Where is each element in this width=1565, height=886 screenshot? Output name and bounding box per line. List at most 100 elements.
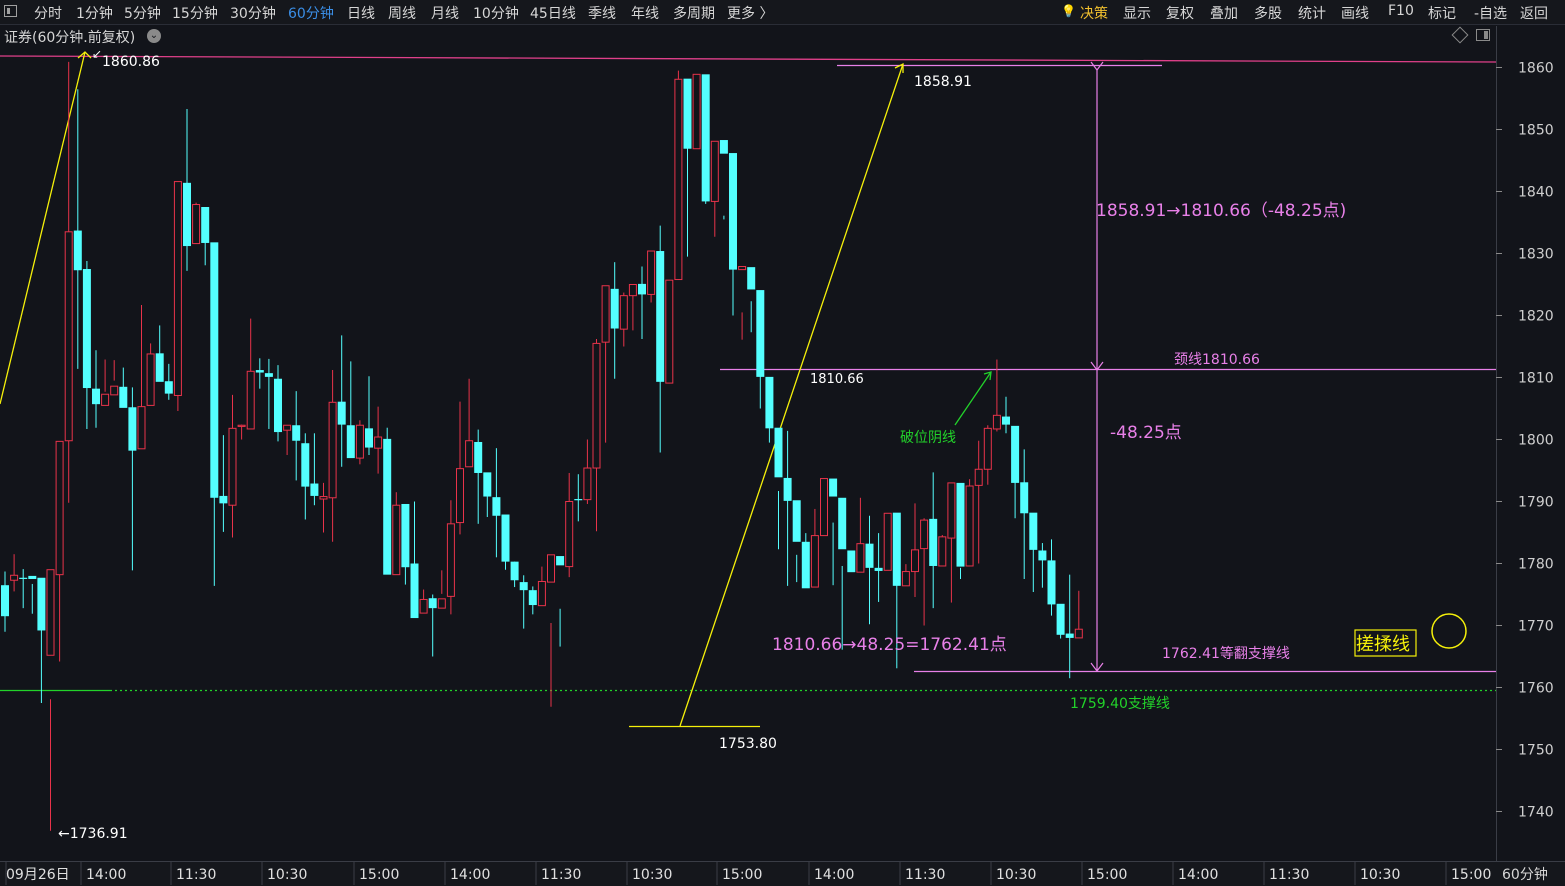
candle-body xyxy=(610,288,619,329)
candle-body xyxy=(938,536,947,567)
candle-body xyxy=(264,373,273,377)
candle-body xyxy=(1020,482,1029,514)
candle-body xyxy=(437,598,446,609)
candle-body xyxy=(355,424,364,459)
candle-body xyxy=(1029,512,1038,550)
candle-body xyxy=(55,440,64,576)
candle-body xyxy=(947,482,956,539)
candle-body xyxy=(847,550,856,573)
x-tick-label: 15:00 xyxy=(359,867,399,883)
candle-body xyxy=(183,182,191,247)
candle-body xyxy=(583,467,592,501)
x-tick-label: 09月26日 xyxy=(6,867,70,883)
candlestick-chart: 1740 1750 1760 1770 1780 1790 1800 1810 1820 1830… xyxy=(0,26,1554,885)
x-tick-label: 14:00 xyxy=(1178,867,1218,883)
candle-body xyxy=(137,406,146,450)
y-tick-label: 1750 xyxy=(1518,743,1554,759)
high-label-left: 1860.86 xyxy=(102,54,160,70)
y-tick-label: 1780 xyxy=(1518,557,1554,573)
candle-body xyxy=(601,285,610,343)
candle-body xyxy=(419,598,428,614)
candle-body xyxy=(337,401,346,425)
candle-body xyxy=(210,242,219,498)
candle-body xyxy=(974,468,983,486)
candle-body xyxy=(301,443,310,487)
x-tick-label: 11:30 xyxy=(1269,867,1309,883)
candle-body xyxy=(292,425,301,441)
candle-body xyxy=(128,407,137,451)
y-tick-label: 1740 xyxy=(1518,805,1554,821)
candle-body xyxy=(556,556,565,566)
candle-body xyxy=(383,438,392,575)
candle-body xyxy=(820,478,828,537)
candle-body xyxy=(528,590,537,606)
arrow-icon: ↙ xyxy=(92,47,102,61)
candle-body xyxy=(319,496,328,500)
x-tick-label: 15:00 xyxy=(722,867,762,883)
candle-body xyxy=(710,140,719,202)
candle-body xyxy=(1002,416,1010,425)
candle-body xyxy=(155,353,164,382)
candle-body xyxy=(465,440,474,468)
candle-body xyxy=(1,585,9,617)
x-tick-label: 10:30 xyxy=(632,867,672,883)
candle-body xyxy=(874,567,883,571)
candle-body xyxy=(374,436,383,449)
candle-body xyxy=(911,549,919,573)
x-tick-label: 15:00 xyxy=(1087,867,1127,883)
candle-body xyxy=(146,353,155,406)
candle-body xyxy=(1011,425,1020,483)
high-label-right: 1858.91 xyxy=(914,74,972,90)
candle-body xyxy=(738,266,747,271)
candle-body xyxy=(255,370,264,373)
breakdown-label: 破位阴线 xyxy=(900,430,956,446)
candle-body xyxy=(328,401,337,499)
candle-body xyxy=(801,541,810,589)
y-tick-label: 1860 xyxy=(1518,61,1554,77)
candle-body xyxy=(901,571,910,587)
y-tick-label: 1760 xyxy=(1518,681,1554,697)
candle-body xyxy=(64,231,73,442)
candle-body xyxy=(310,483,319,496)
breakdown-arrow-line xyxy=(954,371,992,426)
y-tick-label: 1820 xyxy=(1518,309,1554,325)
candle-body xyxy=(401,503,410,568)
candle-body xyxy=(1056,603,1065,635)
top-ma-line xyxy=(0,55,1497,63)
candle-body xyxy=(1074,628,1083,639)
candle-body xyxy=(228,427,237,506)
candle-body xyxy=(992,414,1001,430)
candle-body xyxy=(565,501,574,568)
candle-body xyxy=(101,393,110,406)
candle-body xyxy=(474,441,483,473)
candle-body xyxy=(692,73,701,150)
calc-text: 1810.66→48.25=1762.41点 xyxy=(772,635,1007,655)
candle-body xyxy=(783,477,792,501)
x-tick-label: 10:30 xyxy=(1360,867,1400,883)
candle-body xyxy=(756,290,765,377)
candle-body xyxy=(674,78,683,281)
x-tick-label: 14:00 xyxy=(450,867,490,883)
highlight-circle xyxy=(1431,613,1467,649)
candle-body xyxy=(492,497,501,516)
candle-body xyxy=(37,577,46,631)
candle-body xyxy=(838,497,847,550)
candle-body xyxy=(774,427,783,478)
y-tick-label: 1830 xyxy=(1518,247,1554,263)
candle-body xyxy=(274,378,282,433)
y-tick-label: 1840 xyxy=(1518,185,1554,201)
candle-body xyxy=(892,512,901,586)
neckline-point-label: 1810.66 xyxy=(810,372,864,387)
candle-body xyxy=(929,518,938,566)
candle-body xyxy=(110,385,119,396)
x-tick-label: 15:00 xyxy=(1451,867,1491,883)
candle-body xyxy=(592,342,601,469)
candle-body xyxy=(638,283,646,295)
candle-body xyxy=(619,295,628,330)
candle-body xyxy=(346,425,355,459)
candle-body xyxy=(501,514,510,562)
candle-body xyxy=(483,472,492,497)
candle-body xyxy=(647,250,656,295)
candle-body xyxy=(683,78,692,149)
drop-points-label: -48.25点 xyxy=(1110,423,1182,443)
